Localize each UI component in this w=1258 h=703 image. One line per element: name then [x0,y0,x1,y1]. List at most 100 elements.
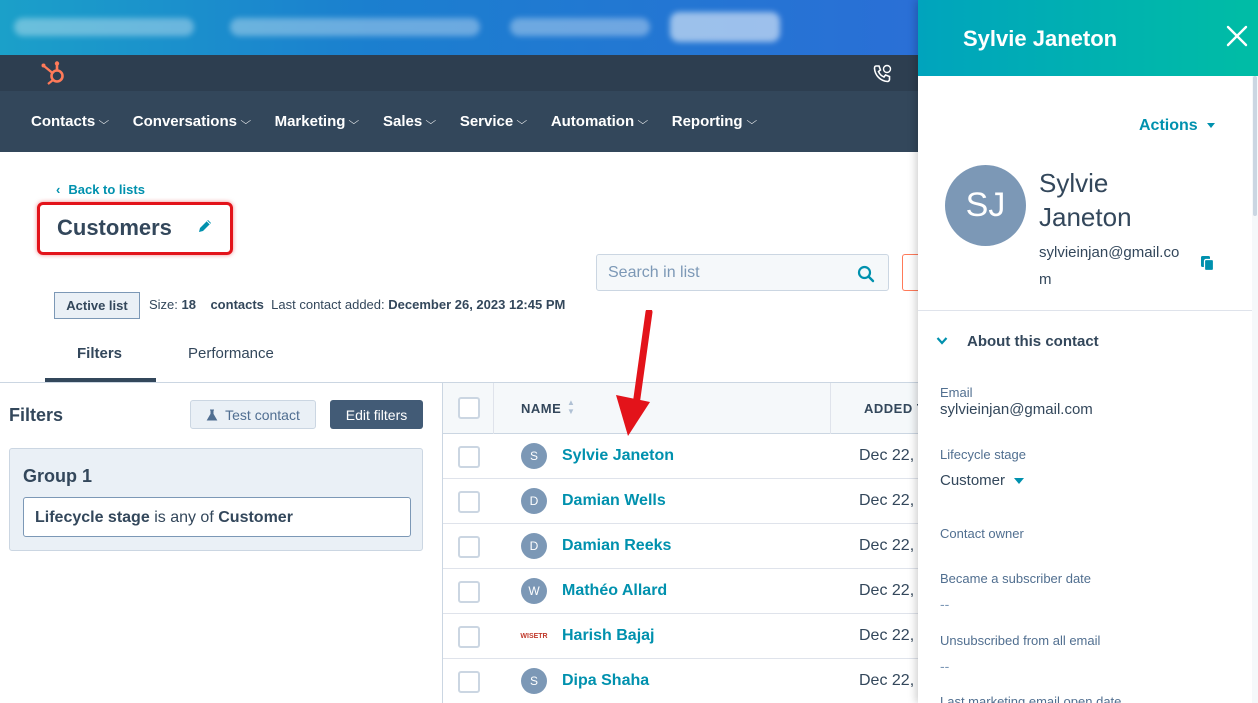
nav-service[interactable]: Service ⌵ [460,113,528,130]
last-open-date-label: Last marketing email open date [940,694,1122,703]
lifecycle-select[interactable]: Customer [940,472,1025,489]
search-icon[interactable] [857,265,875,283]
scrollbar-thumb[interactable] [1253,76,1257,216]
chevron-left-icon: ‹ [56,182,61,197]
panel-header: Sylvie Janeton [918,0,1258,76]
about-section-toggle[interactable]: About this contact [967,333,1099,350]
section-divider [918,310,1252,311]
tab-performance[interactable]: Performance [188,345,274,362]
email-value[interactable]: sylvieinjan@gmail.com [940,401,1093,418]
select-all-checkbox[interactable] [458,397,480,419]
chevron-down-icon: ⌵ [746,116,757,127]
nav-conversations[interactable]: Conversations ⌵ [133,113,252,130]
email-label: Email [940,385,973,400]
avatar: W [521,578,547,604]
added-date: Dec 22, [859,672,915,689]
subscriber-date-value[interactable]: -- [940,596,949,612]
table-row: S Dipa Shaha Dec 22, [443,659,918,703]
chevron-down-icon: ⌵ [240,116,252,127]
added-date: Dec 22, [859,537,915,554]
panel-scrollbar[interactable] [1252,76,1258,703]
row-checkbox[interactable] [458,491,480,513]
table-row: W Mathéo Allard Dec 22, [443,569,918,614]
table-row: D Damian Wells Dec 22, [443,479,918,524]
unsubscribed-value[interactable]: -- [940,658,949,674]
owner-label: Contact owner [940,526,1024,541]
annotation-arrow-icon [616,310,653,436]
lifecycle-label: Lifecycle stage [940,447,1026,462]
panel-title: Sylvie Janeton [963,26,1118,51]
added-date: Dec 22, [859,447,915,464]
contact-name-link[interactable]: Sylvie Janeton [562,447,674,465]
tab-filters[interactable]: Filters [77,345,122,362]
chevron-down-icon: ⌵ [425,116,437,127]
contact-email[interactable]: sylvieinjan@gmail.com [1039,239,1189,293]
company-logo-avatar: WISETR [520,632,548,640]
copy-icon[interactable] [1201,256,1214,271]
row-checkbox[interactable] [458,581,480,603]
row-checkbox[interactable] [458,446,480,468]
column-divider [830,383,831,434]
table-row: D Damian Reeks Dec 22, [443,524,918,569]
actions-dropdown[interactable]: Actions [1139,117,1215,135]
active-tab-indicator [45,378,156,382]
sort-icon[interactable]: ▲ ▼ [567,398,575,416]
main-navigation: Contacts ⌵ Conversations ⌵ Marketing ⌵ Sale… [0,91,918,152]
top-bar [0,55,918,91]
contact-avatar: SJ [945,165,1026,246]
contact-name-link[interactable]: Dipa Shaha [562,672,649,690]
avatar: D [521,533,547,559]
contact-full-name: Sylvie Janeton [1039,168,1132,232]
added-date: Dec 22, [859,582,915,599]
edit-filters-button[interactable]: Edit filters [330,400,423,429]
active-list-tag: Active list [54,292,140,319]
chevron-down-icon: ⌵ [637,116,649,127]
nav-contacts[interactable]: Contacts ⌵ [31,113,110,130]
flask-icon [206,409,218,420]
avatar: S [521,443,547,469]
table-header: NAME ▲ ▼ ADDED T [443,383,925,434]
column-header-name[interactable]: NAME [521,401,561,416]
nav-sales[interactable]: Sales ⌵ [383,113,437,130]
hubspot-logo-icon[interactable] [40,60,68,86]
contact-name-link[interactable]: Damian Wells [562,492,666,510]
chevron-down-icon: ⌵ [98,116,110,127]
nav-automation[interactable]: Automation ⌵ [551,113,649,130]
phone-icon[interactable] [871,63,893,85]
avatar: S [521,668,547,694]
chevron-down-icon[interactable] [936,336,948,346]
avatar: D [521,488,547,514]
added-date: Dec 22, [859,492,915,509]
page-title: Customers [57,215,172,240]
contact-name-link[interactable]: Damian Reeks [562,537,671,555]
contact-name-link[interactable]: Harish Bajaj [562,627,654,645]
column-header-added[interactable]: ADDED T [864,401,925,416]
list-meta: Size: 18 contacts Last contact added: De… [149,297,566,312]
contact-preview-panel: Sylvie Janeton Actions SJ Sylvie Janeton… [918,0,1258,703]
nav-marketing[interactable]: Marketing ⌵ [275,113,360,130]
table-row: WISETR Harish Bajaj Dec 22, [443,614,918,659]
row-checkbox[interactable] [458,671,480,693]
added-date: Dec 22, [859,627,915,644]
row-checkbox[interactable] [458,536,480,558]
chevron-down-icon: ⌵ [348,116,360,127]
row-checkbox[interactable] [458,626,480,648]
nav-reporting[interactable]: Reporting ⌵ [672,113,757,130]
caret-down-icon [1014,478,1025,485]
test-contact-button[interactable]: Test contact [190,400,316,429]
search-box [596,254,889,291]
filters-heading: Filters [9,405,64,425]
unsubscribed-label: Unsubscribed from all email [940,633,1101,648]
table-row: S Sylvie Janeton Dec 22, [443,434,918,479]
column-divider [493,383,494,434]
caret-down-icon [1206,123,1215,129]
pencil-icon[interactable] [197,218,213,234]
chevron-down-icon: ⌵ [516,116,528,127]
back-to-lists-link[interactable]: ‹ Back to lists [56,182,145,197]
contact-name-link[interactable]: Mathéo Allard [562,582,667,600]
tab-bar: Filters Performance [0,335,918,383]
subscriber-date-label: Became a subscriber date [940,571,1092,586]
close-icon[interactable] [1225,24,1249,48]
filter-condition[interactable]: Lifecycle stage is any of Customer [23,497,411,537]
search-input[interactable] [597,255,847,290]
